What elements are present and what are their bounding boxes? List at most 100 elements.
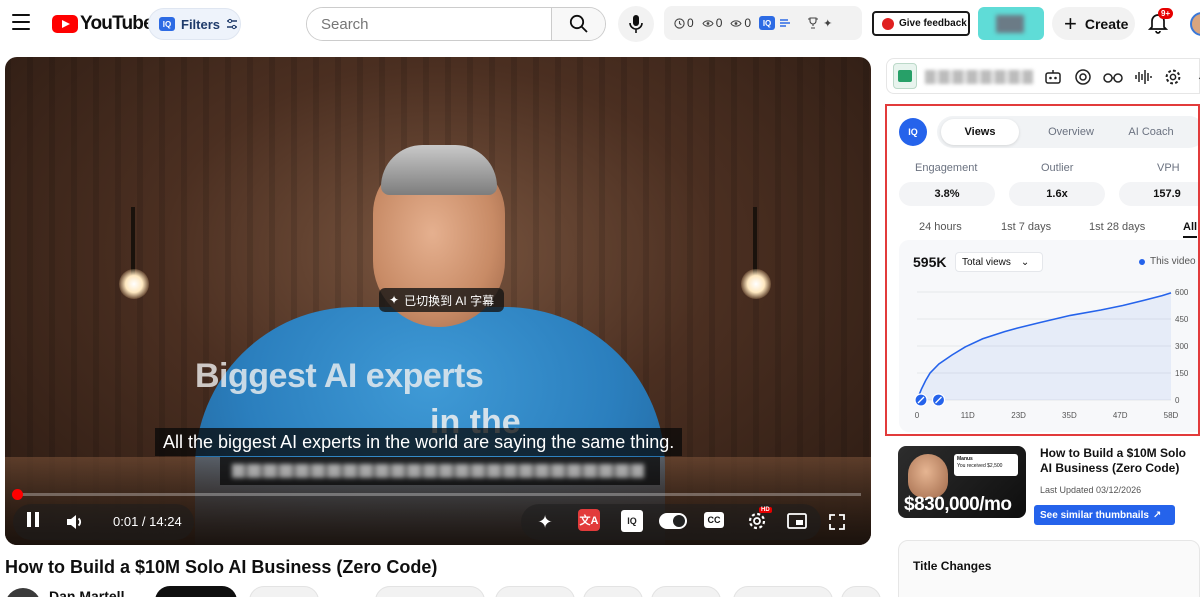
metric-label-outlier: Outlier	[1041, 162, 1074, 174]
video-player[interactable]: ✦ 已切换到 AI 字幕 Biggest AI experts in the A…	[5, 57, 871, 545]
iq-icon[interactable]: IQ	[759, 16, 776, 30]
glasses-button[interactable]	[1103, 67, 1123, 87]
metric-label-engagement: Engagement	[915, 162, 978, 174]
time-total: 14:24	[149, 514, 182, 529]
x-tick-label: 58D	[1164, 411, 1179, 420]
logo-text: YouTube	[80, 13, 154, 34]
search-input[interactable]	[307, 8, 551, 40]
pause-button[interactable]	[21, 510, 45, 534]
see-similar-thumbnails-button[interactable]: See similar thumbnails ↗	[1034, 505, 1175, 525]
toggle-knob	[673, 515, 685, 527]
feedback-icon	[882, 17, 894, 30]
menu-icon[interactable]	[12, 14, 30, 32]
give-feedback-button[interactable]: Give feedback	[872, 11, 970, 36]
eye-icon	[730, 19, 742, 27]
sparkle-icon[interactable]: ✦	[823, 17, 832, 30]
range-first-7-days[interactable]: 1st 7 days	[1001, 221, 1051, 233]
x-tick-label: 0	[915, 411, 920, 420]
list-icon[interactable]	[779, 18, 791, 28]
sidebar-video-title[interactable]: How to Build a $10M Solo AI Business (Ze…	[1040, 446, 1200, 476]
glasses-icon	[1103, 73, 1123, 83]
extension-logo[interactable]	[893, 63, 917, 89]
range-all[interactable]: All	[1183, 221, 1198, 238]
ai-sparkle-button[interactable]: ✦	[533, 510, 557, 534]
progress-bar[interactable]	[12, 489, 861, 500]
external-link-icon: ↗	[1152, 509, 1162, 521]
search-icon	[569, 14, 588, 33]
volume-button[interactable]	[63, 510, 87, 534]
iq-player-button[interactable]: IQ	[621, 510, 643, 532]
stat-value: 0	[715, 16, 723, 30]
extension-toolbar: ⌄	[886, 58, 1200, 94]
fullscreen-button[interactable]	[825, 510, 849, 534]
action-pill[interactable]	[249, 586, 319, 597]
x-tick-label: 11D	[961, 411, 975, 420]
action-pill[interactable]	[583, 586, 643, 597]
action-pill[interactable]	[733, 586, 833, 597]
like-button[interactable]	[375, 586, 485, 597]
filters-button[interactable]: IQ Filters	[148, 8, 241, 40]
pause-icon	[25, 512, 41, 532]
more-button[interactable]	[841, 586, 881, 597]
views-chart-card: 595K Total views ⌄ This video 0 150 300 450…	[899, 240, 1200, 432]
settings-button[interactable]	[1163, 67, 1183, 87]
channel-switch-button[interactable]	[978, 7, 1044, 40]
openai-icon	[1075, 69, 1091, 85]
translate-button[interactable]: 文A	[578, 509, 600, 531]
filters-label: Filters	[181, 16, 221, 32]
top-bar: YouTube IQ Filters 0 0 0 IQ ✦	[0, 0, 1200, 48]
openai-button[interactable]	[1073, 67, 1093, 87]
views-chart[interactable]: 0 150 300 450 600 0 11D 23D 35D 47D 58D	[899, 240, 1200, 432]
miniplayer-icon	[787, 513, 807, 529]
video-title: How to Build a $10M Solo AI Business (Ze…	[5, 557, 438, 577]
author-row: Dan Martell	[5, 586, 885, 597]
range-first-28-days[interactable]: 1st 28 days	[1089, 221, 1145, 233]
lamp-light	[119, 269, 149, 299]
chevron-down-icon[interactable]: ⌄	[1191, 67, 1200, 87]
video-thumbnail[interactable]: Manus You received $2,500 $830,000/mo	[898, 446, 1026, 518]
metric-value-outlier: 1.6x	[1009, 182, 1105, 206]
youtube-logo[interactable]: YouTube	[52, 12, 154, 36]
audio-button[interactable]	[1133, 67, 1153, 87]
similar-label: See similar thumbnails	[1040, 509, 1149, 521]
thumbnail-notif-text: You received $2,500	[957, 463, 1003, 469]
range-24-hours[interactable]: 24 hours	[919, 221, 962, 233]
feedback-label: Give feedback	[899, 18, 967, 29]
notifications-button[interactable]: 9+	[1147, 8, 1174, 34]
title-changes-card: Title Changes	[898, 540, 1200, 597]
iq-icon: IQ	[627, 516, 637, 526]
x-tick-label: 47D	[1113, 411, 1128, 420]
share-button[interactable]	[495, 586, 575, 597]
miniplayer-button[interactable]	[785, 510, 809, 532]
create-button[interactable]: + Create	[1052, 7, 1135, 40]
y-tick-label: 0	[1175, 396, 1180, 405]
search-button[interactable]	[551, 8, 605, 40]
subscribe-button[interactable]	[155, 586, 237, 597]
settings-button[interactable]: HD	[745, 507, 772, 533]
stat-value: 0	[744, 16, 752, 30]
subtitle-line: All the biggest AI experts in the world …	[155, 428, 683, 456]
robot-icon	[1045, 70, 1061, 84]
captions-button[interactable]: CC	[704, 512, 724, 528]
iq-icon: IQ	[159, 17, 175, 31]
trophy-icon[interactable]	[807, 17, 819, 29]
action-pill[interactable]	[651, 586, 721, 597]
last-updated: Last Updated 03/12/2026	[1040, 485, 1142, 495]
panel-tabs: Views Overview AI Coach	[937, 116, 1198, 148]
account-avatar[interactable]	[1190, 12, 1200, 36]
channel-name[interactable]: Dan Martell	[49, 588, 124, 597]
voice-search-button[interactable]	[618, 6, 654, 42]
y-tick-label: 150	[1175, 369, 1189, 378]
tab-views[interactable]: Views	[941, 119, 1019, 145]
tab-ai-coach[interactable]: AI Coach	[1115, 119, 1187, 145]
stat-clock: 0	[674, 16, 694, 30]
tab-overview[interactable]: Overview	[1025, 119, 1117, 145]
autoplay-toggle[interactable]	[659, 513, 687, 529]
channel-avatar[interactable]	[5, 588, 41, 597]
cc-icon: CC	[707, 515, 721, 525]
y-tick-label: 450	[1175, 315, 1189, 324]
scrubber-handle[interactable]	[12, 489, 23, 500]
extension-stats[interactable]: 0 0 0 IQ ✦	[664, 6, 862, 40]
eye-icon	[702, 19, 714, 27]
robot-button[interactable]	[1043, 67, 1063, 87]
